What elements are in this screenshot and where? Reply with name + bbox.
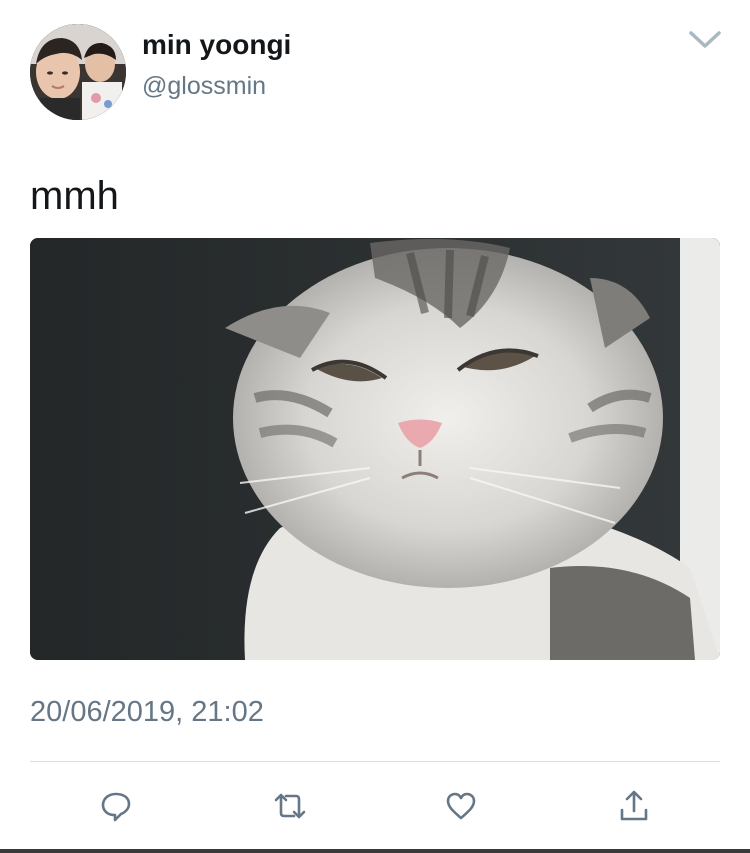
divider: [30, 761, 720, 762]
avatar[interactable]: [30, 24, 126, 120]
like-button[interactable]: [441, 786, 481, 826]
reply-icon: [99, 789, 133, 823]
share-button[interactable]: [614, 786, 654, 826]
chevron-down-icon[interactable]: [688, 28, 722, 52]
author-display-name[interactable]: min yoongi: [142, 27, 291, 63]
bottom-edge: [0, 849, 750, 853]
tweet-timestamp[interactable]: 20/06/2019, 21:02: [30, 692, 264, 732]
tweet-text: mmh: [30, 174, 119, 218]
share-icon: [617, 788, 651, 824]
reply-button[interactable]: [96, 786, 136, 826]
heart-icon: [444, 789, 478, 823]
retweet-icon: [270, 789, 310, 823]
tweet-photo[interactable]: [30, 238, 720, 660]
author-handle[interactable]: @glossmin: [142, 70, 266, 102]
retweet-button[interactable]: [270, 786, 310, 826]
